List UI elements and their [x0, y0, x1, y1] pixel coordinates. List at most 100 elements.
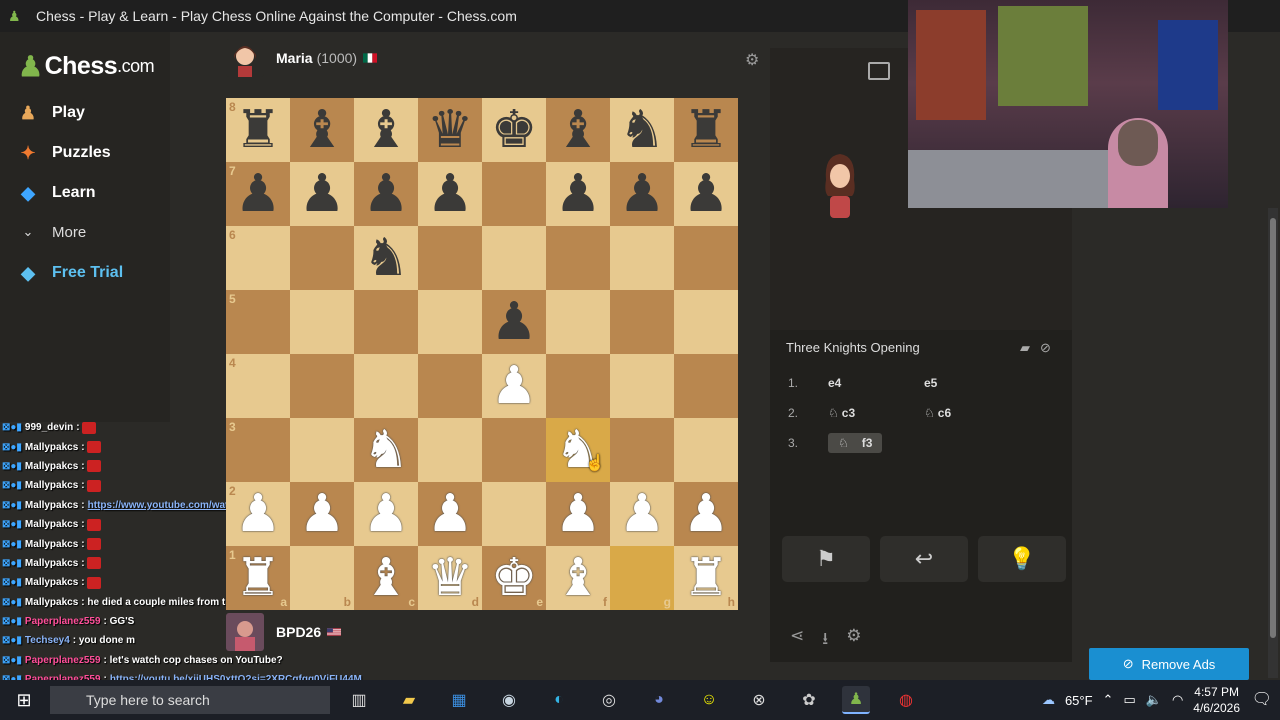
chat-username[interactable]: 999_devin — [25, 422, 73, 433]
remove-ads-button[interactable]: ⊘ Remove Ads — [1089, 648, 1249, 680]
sidebar-item-puzzles[interactable]: ✦ Puzzles — [16, 140, 110, 166]
black-rook-piece[interactable]: ♜ — [235, 98, 282, 162]
xbox-icon[interactable]: ⊗ — [745, 686, 773, 714]
chat-username[interactable]: Mallypakcs — [25, 500, 78, 511]
square-c4[interactable] — [354, 354, 418, 418]
square-d7[interactable]: ♟ — [418, 162, 482, 226]
square-c8[interactable]: ♝ — [354, 98, 418, 162]
square-d6[interactable] — [418, 226, 482, 290]
square-d5[interactable] — [418, 290, 482, 354]
square-e7[interactable] — [482, 162, 546, 226]
store-icon[interactable]: ▦ — [445, 686, 473, 714]
discord-icon[interactable]: ◕ — [645, 686, 673, 714]
chat-username[interactable]: Mallypakcs — [25, 577, 78, 588]
white-rook-piece[interactable]: ♜ — [683, 546, 730, 610]
chess-app-icon[interactable]: ♟ — [842, 686, 870, 714]
black-rook-piece[interactable]: ♜ — [683, 98, 730, 162]
taskbar-search-input[interactable]: Type here to search — [50, 686, 330, 714]
square-c5[interactable] — [354, 290, 418, 354]
square-e3[interactable] — [482, 418, 546, 482]
square-b2[interactable]: ♟ — [290, 482, 354, 546]
square-b3[interactable] — [290, 418, 354, 482]
black-move[interactable]: e5 — [906, 376, 1002, 390]
resign-button[interactable]: ⚑ — [782, 536, 870, 582]
white-pawn-piece[interactable]: ♟ — [363, 482, 410, 546]
steam-icon[interactable]: ◉ — [495, 686, 523, 714]
white-pawn-piece[interactable]: ♟ — [619, 482, 666, 546]
square-g2[interactable]: ♟ — [610, 482, 674, 546]
square-h4[interactable] — [674, 354, 738, 418]
square-f5[interactable] — [546, 290, 610, 354]
square-a5[interactable]: 5 — [226, 290, 290, 354]
file-explorer-icon[interactable]: ▰ — [395, 686, 423, 714]
square-g7[interactable]: ♟ — [610, 162, 674, 226]
white-pawn-piece[interactable]: ♟ — [491, 354, 538, 418]
square-d3[interactable] — [418, 418, 482, 482]
white-pawn-piece[interactable]: ♟ — [235, 482, 282, 546]
white-knight-piece[interactable]: ♞ — [363, 418, 410, 482]
square-a7[interactable]: 7 ♟ — [226, 162, 290, 226]
black-pawn-piece[interactable]: ♟ — [235, 162, 282, 226]
hint-button[interactable]: 💡 — [978, 536, 1066, 582]
square-c7[interactable]: ♟ — [354, 162, 418, 226]
sidebar-item-play[interactable]: ♟ Play — [16, 100, 85, 126]
download-icon[interactable]: ⭳ — [822, 626, 828, 655]
white-move[interactable]: ♘ f3 — [810, 433, 906, 453]
square-c2[interactable]: ♟ — [354, 482, 418, 546]
square-d8[interactable]: ♛ — [418, 98, 482, 162]
square-c6[interactable]: ♞ — [354, 226, 418, 290]
square-b1[interactable]: b — [290, 546, 354, 610]
square-e1[interactable]: e ♚ — [482, 546, 546, 610]
square-g6[interactable] — [610, 226, 674, 290]
square-f8[interactable]: ♝ — [546, 98, 610, 162]
chat-username[interactable]: Mallypakcs — [25, 539, 78, 550]
square-g4[interactable] — [610, 354, 674, 418]
opponent-avatar[interactable] — [226, 39, 264, 77]
black-pawn-piece[interactable]: ♟ — [363, 162, 410, 226]
clock[interactable]: 4:57 PM 4/6/2026 — [1193, 684, 1240, 716]
weather-temp[interactable]: 65°F — [1065, 693, 1093, 708]
snapchat-icon[interactable]: ☺ — [695, 686, 723, 714]
sidebar-item-free-trial[interactable]: ◆ Free Trial — [16, 260, 123, 286]
black-move[interactable]: ♘ c6 — [906, 406, 1002, 420]
white-bishop-piece[interactable]: ♝ — [555, 546, 602, 610]
white-pawn-piece[interactable]: ♟ — [427, 482, 474, 546]
black-pawn-piece[interactable]: ♟ — [683, 162, 730, 226]
windows-start-icon[interactable]: ⊞ — [0, 680, 48, 720]
chess-board[interactable]: 8 ♜ ♝ ♝ ♛ ♚ ♝ ♞ ♜ 7 ♟ ♟ ♟ ♟ ♟ ♟ ♟ 6 ♞ 5 ♟ 4 ♟ 3 ♞ ♞ 2 ♟ ♟ ♟ ♟ ♟ ♟ ♟ 1 a ♜ b c ♝… — [226, 98, 738, 610]
chat-username[interactable]: Mallypakcs — [25, 461, 78, 472]
notification-icon[interactable]: 🗨 — [1252, 689, 1272, 709]
square-e4[interactable]: ♟ — [482, 354, 546, 418]
sidebar-item-learn[interactable]: ◆ Learn — [16, 180, 96, 206]
white-pawn-piece[interactable]: ♟ — [555, 482, 602, 546]
white-move[interactable]: e4 — [810, 376, 906, 390]
square-a1[interactable]: 1 a ♜ — [226, 546, 290, 610]
scrollbar-thumb[interactable] — [1270, 218, 1276, 638]
square-c1[interactable]: c ♝ — [354, 546, 418, 610]
square-h3[interactable] — [674, 418, 738, 482]
white-pawn-piece[interactable]: ♟ — [299, 482, 346, 546]
chat-username[interactable]: Mallypakcs — [25, 442, 78, 453]
square-h8[interactable]: ♜ — [674, 98, 738, 162]
player-avatar[interactable] — [226, 613, 264, 651]
black-knight-piece[interactable]: ♞ — [619, 98, 666, 162]
chat-username[interactable]: Paperplanez559 — [25, 655, 101, 666]
white-queen-piece[interactable]: ♛ — [427, 546, 474, 610]
battery-icon[interactable]: ▭ — [1123, 692, 1135, 708]
square-b6[interactable] — [290, 226, 354, 290]
share-icon[interactable]: ⋖ — [790, 626, 804, 655]
square-h6[interactable] — [674, 226, 738, 290]
weather-cloud-icon[interactable]: ☁ — [1042, 692, 1055, 708]
square-h1[interactable]: h ♜ — [674, 546, 738, 610]
black-pawn-piece[interactable]: ♟ — [427, 162, 474, 226]
network-icon[interactable]: ◠ — [1172, 692, 1183, 708]
square-f6[interactable] — [546, 226, 610, 290]
square-f1[interactable]: f ♝ — [546, 546, 610, 610]
black-king-piece[interactable]: ♚ — [491, 98, 538, 162]
chat-username[interactable]: Mallypakcs — [25, 558, 78, 569]
square-d2[interactable]: ♟ — [418, 482, 482, 546]
square-f4[interactable] — [546, 354, 610, 418]
square-f2[interactable]: ♟ — [546, 482, 610, 546]
square-b4[interactable] — [290, 354, 354, 418]
square-g8[interactable]: ♞ — [610, 98, 674, 162]
